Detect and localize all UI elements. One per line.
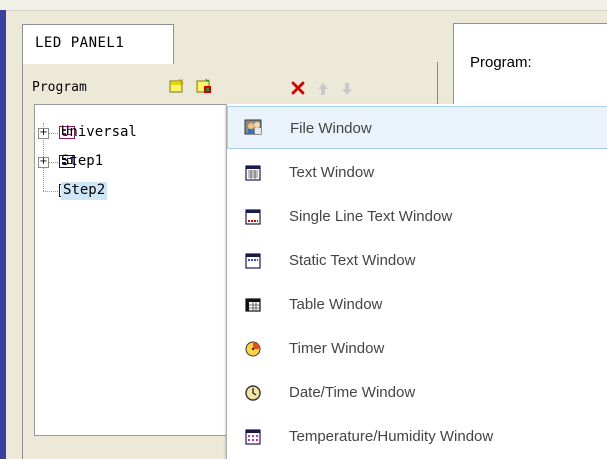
menu-item-label: File Window	[290, 120, 372, 137]
tab-led-panel1[interactable]: LED PANEL1	[22, 24, 174, 65]
menu-item-label: Table Window	[289, 296, 383, 313]
move-up-icon[interactable]	[315, 81, 331, 97]
text-window-icon	[245, 165, 261, 181]
menu-item-date-time-window[interactable]: Date/Time Window	[227, 371, 607, 414]
menu-item-static-text-window[interactable]: Static Text Window	[227, 239, 607, 282]
menu-item-label: Timer Window	[289, 340, 385, 357]
program-properties-label: Program:	[470, 54, 532, 71]
menu-item-timer-window[interactable]: Timer Window	[227, 327, 607, 370]
add-program-icon[interactable]	[196, 78, 212, 94]
tree-connector	[48, 162, 58, 163]
expand-step1-icon[interactable]: +	[38, 157, 49, 168]
expand-universal-icon[interactable]: +	[38, 128, 49, 139]
single-line-text-window-icon	[245, 209, 261, 225]
tree-connector	[48, 133, 58, 134]
menu-item-single-line-text-window[interactable]: Single Line Text Window	[227, 195, 607, 238]
timer-window-icon	[245, 341, 261, 357]
table-window-icon	[245, 298, 261, 312]
menu-item-label: Text Window	[289, 164, 375, 181]
menu-item-label: Temperature/Humidity Window	[289, 428, 494, 445]
tree-item-universal[interactable]: Universal	[61, 124, 137, 142]
menu-item-label: Static Text Window	[289, 252, 416, 269]
temperature-humidity-window-icon	[245, 429, 261, 445]
tree-item-step1[interactable]: Step1	[61, 153, 103, 171]
file-window-icon	[244, 119, 262, 135]
menu-item-file-window[interactable]: File Window	[227, 106, 607, 149]
program-label: Program	[32, 80, 87, 95]
window-top-edge	[0, 0, 607, 11]
window-left-accent-bar	[0, 10, 6, 459]
tab-label: LED PANEL1	[35, 35, 125, 51]
toolbar-divider	[437, 62, 438, 107]
menu-item-text-window[interactable]: Text Window	[227, 151, 607, 194]
tree-item-step2[interactable]: Step2	[61, 182, 108, 200]
date-time-window-icon	[245, 385, 261, 401]
menu-item-table-window[interactable]: Table Window	[227, 283, 607, 326]
static-text-window-icon	[245, 253, 261, 269]
tree-connector	[43, 191, 58, 192]
menu-item-label: Date/Time Window	[289, 384, 416, 401]
delete-icon[interactable]	[290, 80, 306, 96]
menu-item-temperature-humidity-window[interactable]: Temperature/Humidity Window	[227, 415, 607, 458]
new-program-icon[interactable]	[168, 78, 184, 94]
move-down-icon[interactable]	[339, 81, 355, 97]
menu-item-label: Single Line Text Window	[289, 208, 453, 225]
add-window-context-menu: File Window Text Window Single Line Text…	[226, 104, 607, 459]
